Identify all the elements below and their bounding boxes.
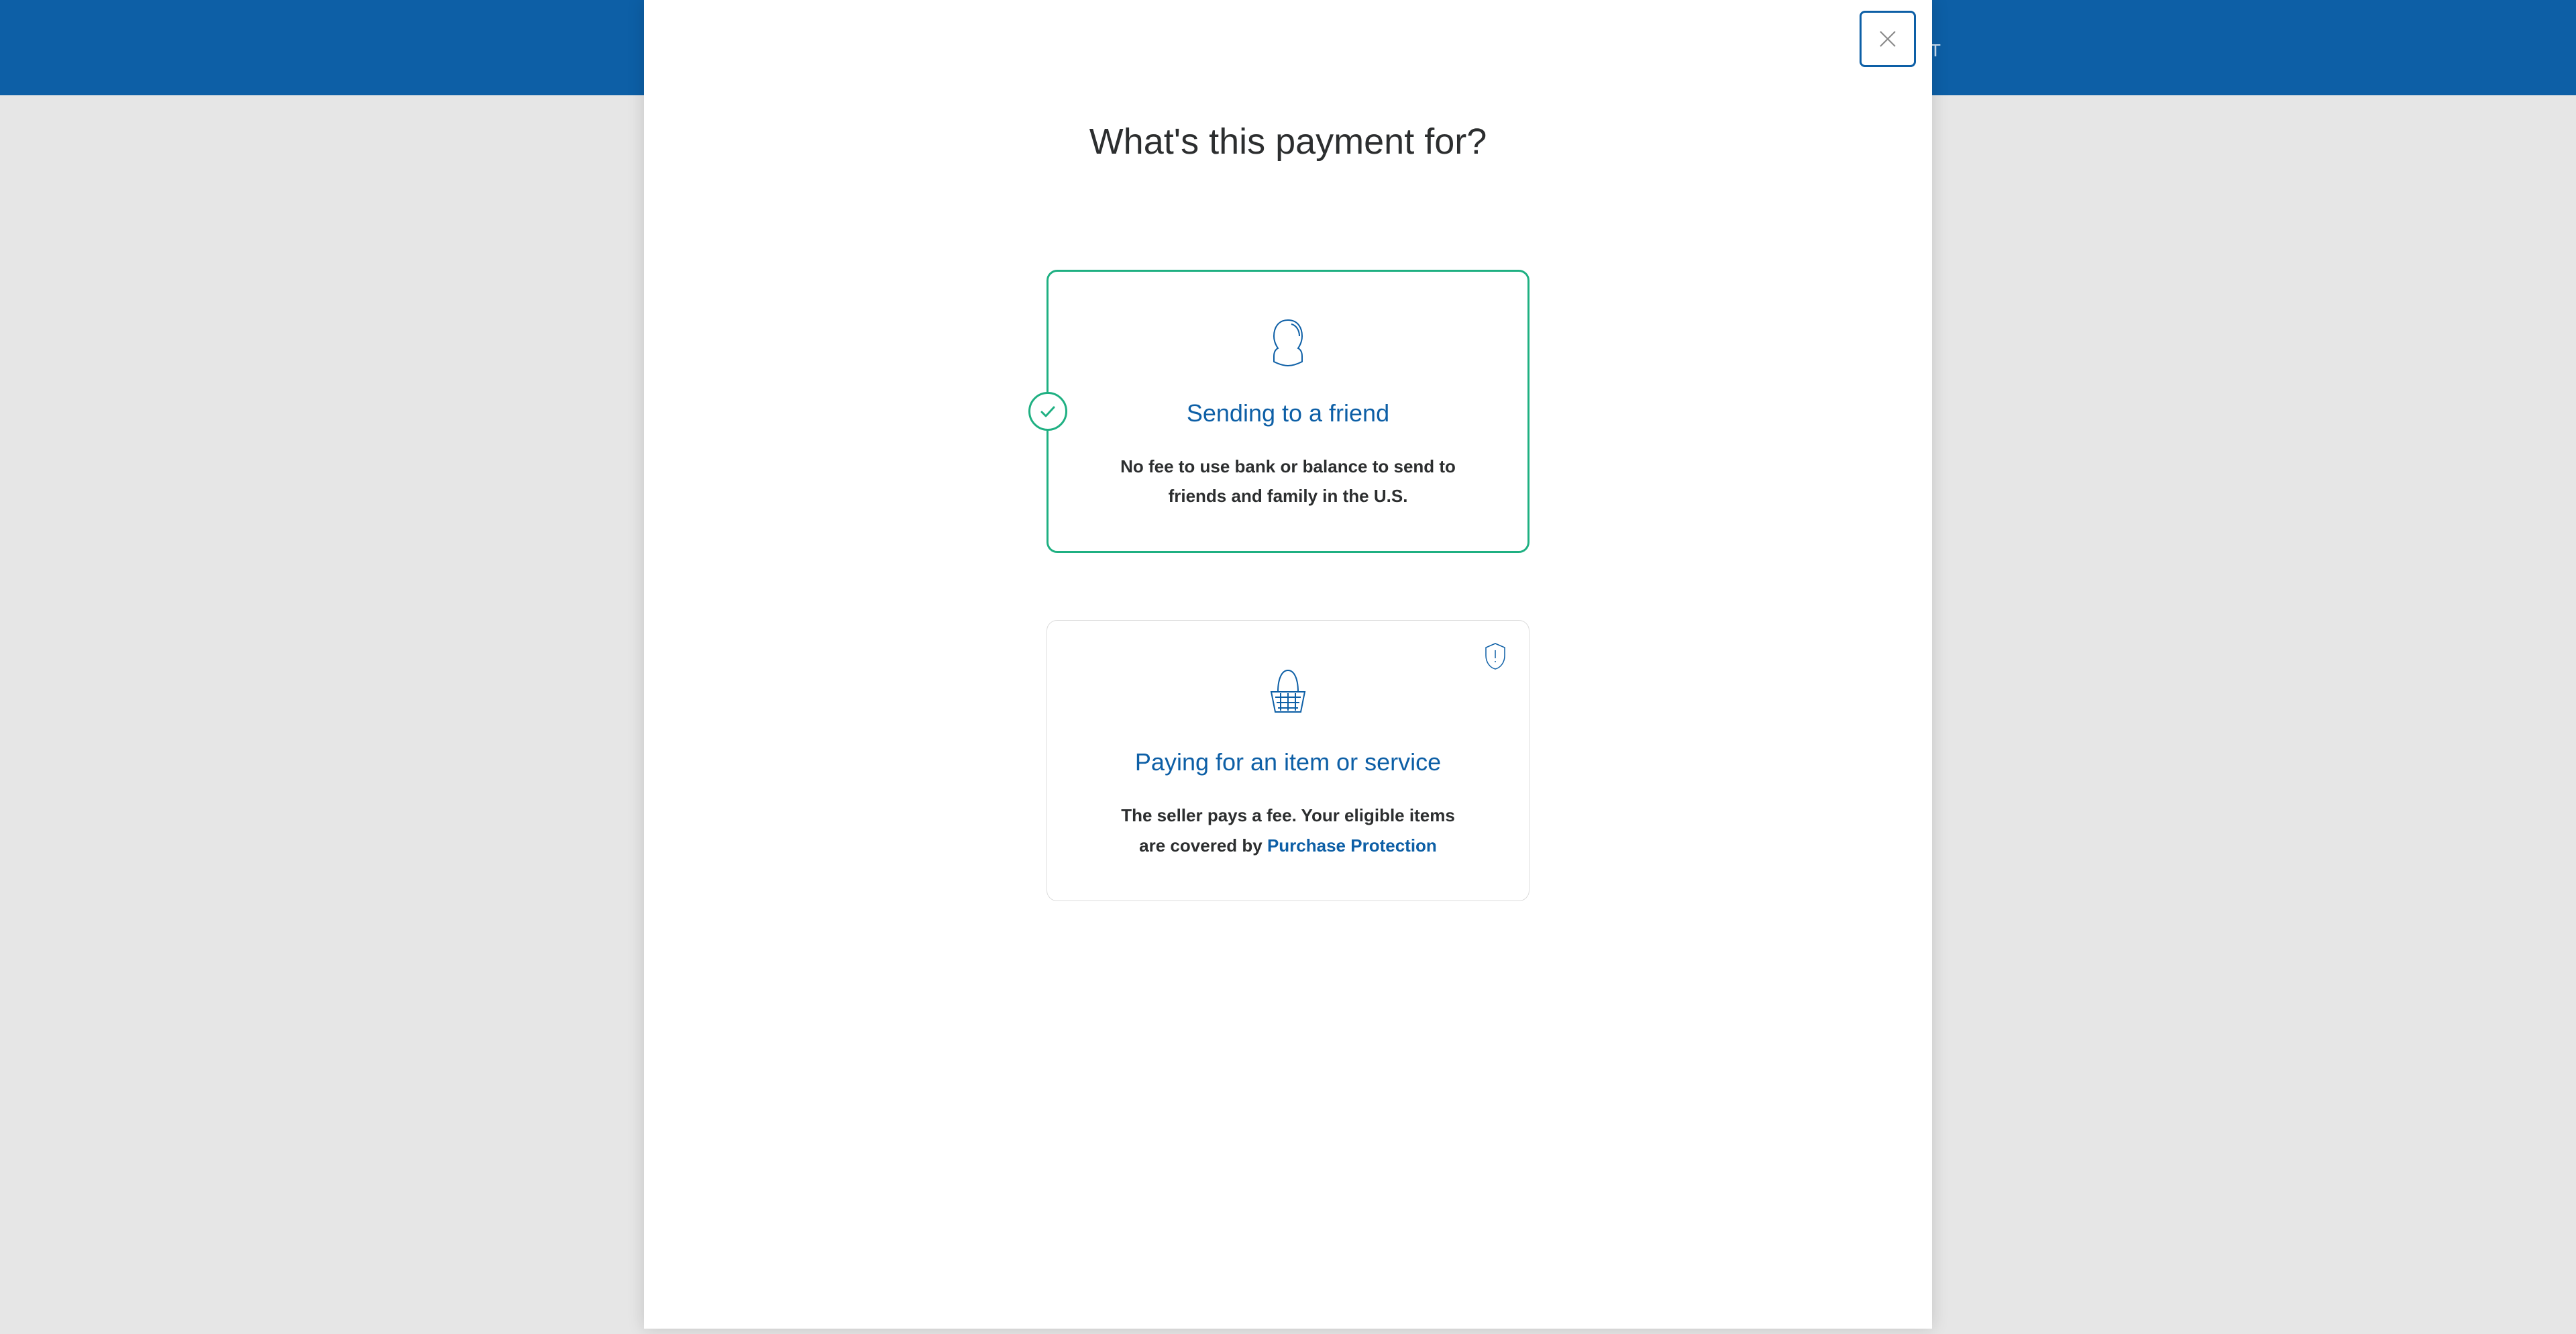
- purchase-protection-link[interactable]: Purchase Protection: [1267, 835, 1437, 856]
- payment-type-modal: What's this payment for? Sending to a fr…: [644, 0, 1932, 1329]
- option-friend-title: Sending to a friend: [1102, 399, 1474, 427]
- shopping-basket-icon: [1258, 661, 1318, 721]
- option-friend-description: No fee to use bank or balance to send to…: [1114, 452, 1462, 511]
- payment-options-list: Sending to a friend No fee to use bank o…: [644, 270, 1932, 901]
- friend-profile-icon: [1258, 312, 1318, 372]
- close-icon: [1878, 29, 1898, 49]
- option-goods-description: The seller pays a fee. Your eligible ite…: [1114, 801, 1462, 860]
- check-icon: [1038, 402, 1057, 421]
- selected-check-badge: [1028, 392, 1067, 431]
- option-sending-to-friend[interactable]: Sending to a friend No fee to use bank o…: [1046, 270, 1529, 553]
- option-goods-title: Paying for an item or service: [1101, 748, 1475, 776]
- modal-title: What's this payment for?: [644, 121, 1932, 162]
- close-button[interactable]: [1860, 11, 1916, 67]
- option-paying-for-item[interactable]: Paying for an item or service The seller…: [1046, 620, 1529, 901]
- protection-shield-icon: [1483, 642, 1507, 670]
